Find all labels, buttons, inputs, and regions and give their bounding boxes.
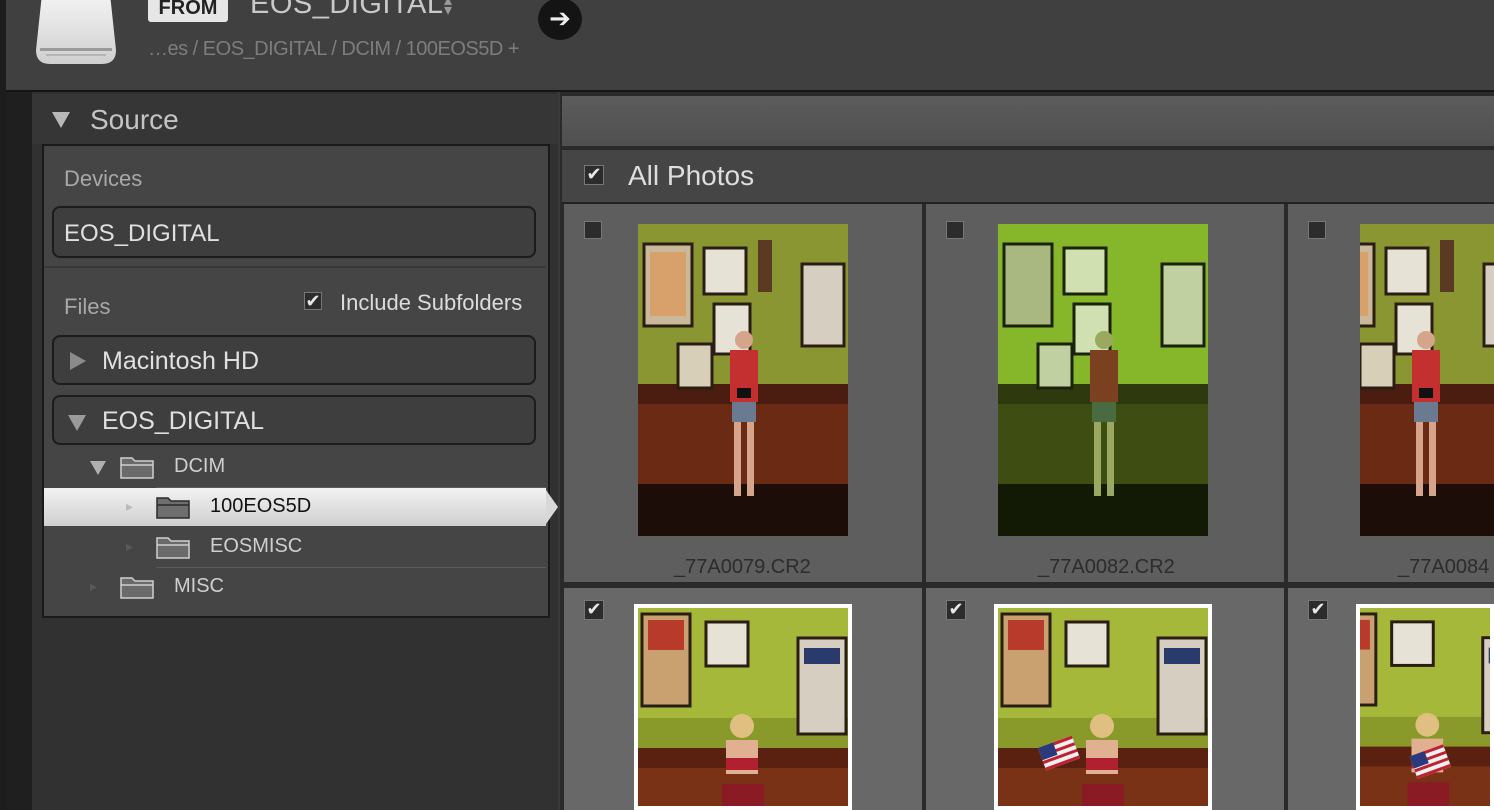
devices-label: Devices [64, 166, 143, 191]
grid-toolbar [562, 96, 1494, 146]
folder-dcim[interactable]: DCIM [44, 448, 546, 486]
photo-thumbnail[interactable] [1360, 224, 1494, 536]
photo-checkbox[interactable]: ✔ [1308, 600, 1328, 620]
folder-100eos5d[interactable]: ▸ 100EOS5D [44, 488, 546, 526]
divider [44, 266, 546, 268]
expand-triangle-icon[interactable]: ▸ [90, 578, 97, 595]
photo-checkbox[interactable]: ✔ [946, 600, 966, 620]
files-label: Files [64, 294, 111, 319]
from-badge: FROM [148, 0, 228, 22]
folder-label: DCIM [174, 455, 226, 477]
selection-pointer [546, 490, 558, 524]
photo-thumbnail[interactable] [994, 604, 1212, 810]
photo-filename: _77A0082.CR2 [1038, 556, 1175, 578]
photo-checkbox[interactable]: ✔ [584, 600, 604, 620]
photo-cell[interactable]: _77A0082.CR2 [926, 204, 1284, 582]
import-source-title[interactable]: EOS_DIGITAL [250, 0, 444, 21]
collapse-triangle-icon[interactable] [90, 461, 106, 475]
arrow-right-icon[interactable]: ➔ [538, 0, 582, 40]
hard-drive-icon[interactable] [36, 0, 116, 64]
photo-checkbox[interactable] [946, 221, 964, 239]
folder-icon [120, 577, 154, 599]
folder-icon [156, 537, 190, 559]
photo-cell[interactable]: _77A0084 [1288, 204, 1494, 582]
collapse-triangle-icon[interactable] [52, 112, 70, 128]
folder-icon [120, 457, 154, 479]
expand-triangle-icon[interactable]: ▸ [126, 498, 133, 515]
expand-triangle-icon[interactable] [70, 352, 86, 370]
source-path[interactable]: …es / EOS_DIGITAL / DCIM / 100EOS5D + [148, 38, 520, 61]
collapse-triangle-icon[interactable] [68, 415, 86, 431]
volume-macintosh-hd[interactable]: Macintosh HD [52, 335, 536, 385]
folder-label: MISC [174, 575, 224, 597]
folder-misc[interactable]: ▸ MISC [44, 568, 546, 606]
include-subfolders-checkbox[interactable]: ✔ [304, 292, 322, 310]
photo-thumbnail[interactable] [638, 224, 848, 536]
photo-checkbox[interactable] [1308, 221, 1326, 239]
photo-thumbnail[interactable] [998, 224, 1208, 536]
photo-thumbnail[interactable] [634, 604, 852, 810]
folder-label: EOSMISC [210, 535, 303, 557]
photo-cell[interactable]: ✔ [926, 588, 1284, 810]
expand-triangle-icon[interactable]: ▸ [126, 538, 133, 555]
device-eos-digital[interactable]: EOS_DIGITAL [52, 206, 536, 258]
include-subfolders-label[interactable]: Include Subfolders [340, 290, 522, 316]
volume-eos-digital[interactable]: EOS_DIGITAL [52, 395, 536, 445]
source-panel-title: Source [90, 104, 179, 135]
up-down-arrows-icon[interactable]: ▴ ▾ [444, 0, 452, 19]
volume-label: Macintosh HD [102, 347, 259, 375]
photo-checkbox[interactable] [584, 221, 602, 239]
photo-cell[interactable]: ✔ [1288, 588, 1494, 810]
folder-eosmisc[interactable]: ▸ EOSMISC [44, 528, 546, 566]
photo-cell[interactable]: ✔ [564, 588, 922, 810]
panel-gutter [6, 92, 32, 810]
folder-icon [156, 497, 190, 519]
photo-cell[interactable]: _77A0079.CR2 [564, 204, 922, 582]
photo-filename: _77A0079.CR2 [674, 556, 811, 578]
volume-label: EOS_DIGITAL [102, 407, 265, 435]
all-photos-label: All Photos [628, 160, 755, 191]
all-photos-checkbox[interactable]: ✔ [584, 165, 604, 185]
source-panel-header[interactable]: Source [32, 94, 558, 144]
photo-filename: _77A0084 [1398, 556, 1490, 578]
folder-label: 100EOS5D [210, 495, 312, 517]
photo-thumbnail[interactable] [1356, 604, 1494, 810]
